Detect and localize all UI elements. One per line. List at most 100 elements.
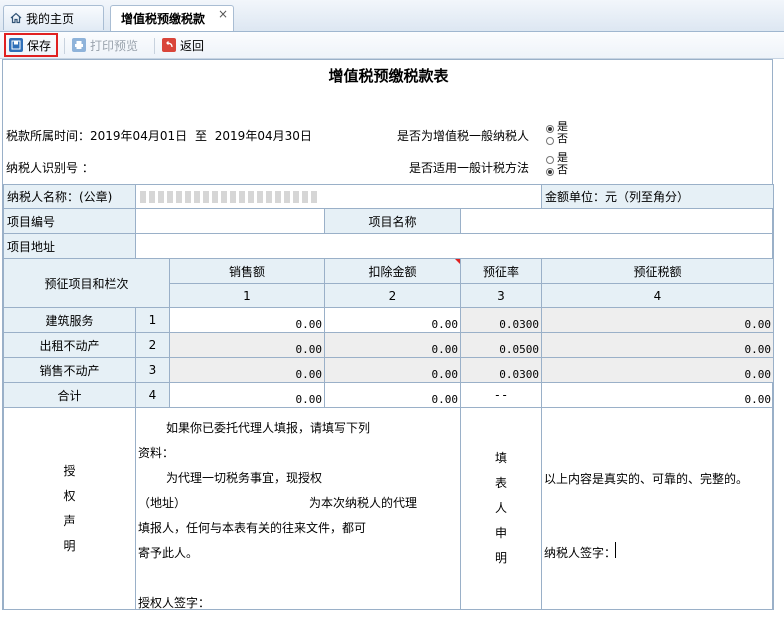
authorization-label: 授 权 声 明 <box>3 407 136 610</box>
total-rate: -- <box>460 382 542 408</box>
declaration-content <box>541 407 774 610</box>
authorization-line: 如果你已委托代理人填报，请填写下列 <box>166 421 371 435</box>
filler-char: 填 <box>494 451 507 465</box>
vat-prepayment-form: 增值税预缴税款表 税款所属时间：2019年04月01日 至 2019年04月30… <box>2 59 774 610</box>
taxpayer-signature-label: 纳税人签字： <box>544 546 617 560</box>
save-button[interactable]: 保存 <box>4 33 58 57</box>
tab-vat-prepayment-label: 增值税预缴税款 <box>121 12 206 26</box>
row-total-no: 4 <box>135 382 170 408</box>
project-name-label: 项目名称 <box>324 208 461 234</box>
property-sale-rate: 0.0300 <box>460 357 542 383</box>
tax-period-from: 2019年04月01日 <box>90 129 188 143</box>
toolbar-divider <box>154 38 155 54</box>
tax-period-label: 税款所属时间： <box>6 129 91 143</box>
property-sale-deduction: 0.00 <box>324 357 461 383</box>
general-taxpayer-yes-radio[interactable] <box>546 125 554 133</box>
property-sale-sales: 0.00 <box>169 357 325 383</box>
taxpayer-signature-input[interactable] <box>615 542 616 558</box>
project-no-field[interactable] <box>135 208 325 234</box>
row-construction-no: 1 <box>135 307 170 333</box>
construction-sales-input[interactable]: 0.00 <box>169 307 325 333</box>
save-button-label: 保存 <box>27 38 52 53</box>
authorization-char: 声 <box>63 513 76 528</box>
toolbar-divider <box>64 38 65 54</box>
home-icon <box>10 12 22 24</box>
amount-unit: 金额单位：元（列至角分） <box>541 184 774 209</box>
general-taxpayer-no-radio[interactable] <box>546 137 554 145</box>
total-sales: 0.00 <box>169 382 325 408</box>
general-method-no-label: 否 <box>557 163 568 176</box>
save-icon <box>9 38 23 52</box>
printer-icon <box>72 38 86 52</box>
tax-column-number: 4 <box>541 283 774 308</box>
authorization-line: 寄予此人。 <box>138 546 199 560</box>
construction-rate: 0.0300 <box>460 307 542 333</box>
authorization-line: 填报人，任何与本表有关的往来文件，都可 <box>138 521 367 535</box>
row-total-label: 合计 <box>3 382 136 408</box>
property-sale-tax: 0.00 <box>541 357 774 383</box>
rate-column-number: 3 <box>460 283 542 308</box>
declaration-text: 以上内容是真实的、可靠的、完整的。 <box>544 472 749 486</box>
filler-char: 表 <box>494 476 507 490</box>
authorization-char: 授 <box>63 463 76 478</box>
general-method-yes-label: 是 <box>557 151 568 164</box>
tax-period-to-word: 至 <box>194 129 207 143</box>
tax-period: 税款所属时间：2019年04月01日 至 2019年04月30日 <box>6 127 312 144</box>
authorization-char: 明 <box>63 538 76 553</box>
authorization-line: 为本次纳税人的代理 <box>309 496 418 510</box>
row-rental-no: 2 <box>135 332 170 358</box>
filler-char: 明 <box>494 551 507 565</box>
authorization-char: 权 <box>63 488 76 503</box>
authorizer-signature-label: 授权人签字： <box>138 596 211 610</box>
general-method-no-radio[interactable] <box>546 168 554 176</box>
taxpayer-id-label: 纳税人识别号 ： <box>6 161 94 175</box>
tab-vat-prepayment[interactable]: 增值税预缴税款 × <box>110 5 234 31</box>
filler-declaration-label: 填 表 人 申 明 <box>460 407 542 610</box>
general-taxpayer-no-label: 否 <box>557 132 568 145</box>
total-tax: 0.00 <box>541 382 774 408</box>
taxpayer-name-redacted <box>140 191 320 203</box>
construction-tax: 0.00 <box>541 307 774 333</box>
authorization-line: 资料： <box>138 446 175 460</box>
rental-tax: 0.00 <box>541 332 774 358</box>
row-rental-label: 出租不动产 <box>3 332 136 358</box>
general-taxpayer-question: 是否为增值税一般纳税人 <box>397 129 530 143</box>
project-no-label: 项目编号 <box>3 208 136 234</box>
tab-home[interactable]: 我的主页 <box>3 5 104 30</box>
print-preview-label: 打印预览 <box>90 38 139 53</box>
form-title: 增值税预缴税款表 <box>328 67 449 85</box>
tab-bar: 我的主页 增值税预缴税款 × <box>0 0 784 32</box>
rental-sales: 0.00 <box>169 332 325 358</box>
tab-home-label: 我的主页 <box>26 11 75 26</box>
taxpayer-name-label: 纳税人名称：(公章) <box>3 184 136 209</box>
back-button-label: 返回 <box>180 38 205 53</box>
project-address-label: 项目地址 <box>3 233 136 259</box>
filler-char: 人 <box>494 501 507 515</box>
rental-rate: 0.0500 <box>460 332 542 358</box>
row-construction-label: 建筑服务 <box>3 307 136 333</box>
taxpayer-name-field[interactable] <box>135 184 542 209</box>
print-preview-button[interactable]: 打印预览 <box>72 35 138 55</box>
back-button[interactable]: 返回 <box>162 35 204 55</box>
project-address-field[interactable] <box>135 233 774 259</box>
rate-column-header: 预征率 <box>460 258 542 284</box>
row-property-sale-label: 销售不动产 <box>3 357 136 383</box>
general-taxpayer-yes-label: 是 <box>557 120 568 133</box>
row-property-sale-no: 3 <box>135 357 170 383</box>
authorization-line: （地址） <box>138 496 187 510</box>
tax-period-to: 2019年04月30日 <box>214 129 312 143</box>
project-name-field[interactable] <box>460 208 774 234</box>
close-icon[interactable]: × <box>218 7 228 21</box>
general-method-yes-radio[interactable] <box>546 156 554 164</box>
sales-column-number: 1 <box>169 283 325 308</box>
filler-char: 申 <box>494 526 507 540</box>
deduction-column-header: 扣除金额 <box>324 258 461 284</box>
toolbar: 保存 打印预览 返回 <box>0 32 784 59</box>
general-method-question: 是否适用一般计税方法 <box>409 161 530 175</box>
tax-column-header: 预征税额 <box>541 258 774 284</box>
sales-column-header: 销售额 <box>169 258 325 284</box>
rental-deduction: 0.00 <box>324 332 461 358</box>
total-deduction: 0.00 <box>324 382 461 408</box>
construction-deduction-input[interactable]: 0.00 <box>324 307 461 333</box>
back-arrow-icon <box>162 38 176 52</box>
